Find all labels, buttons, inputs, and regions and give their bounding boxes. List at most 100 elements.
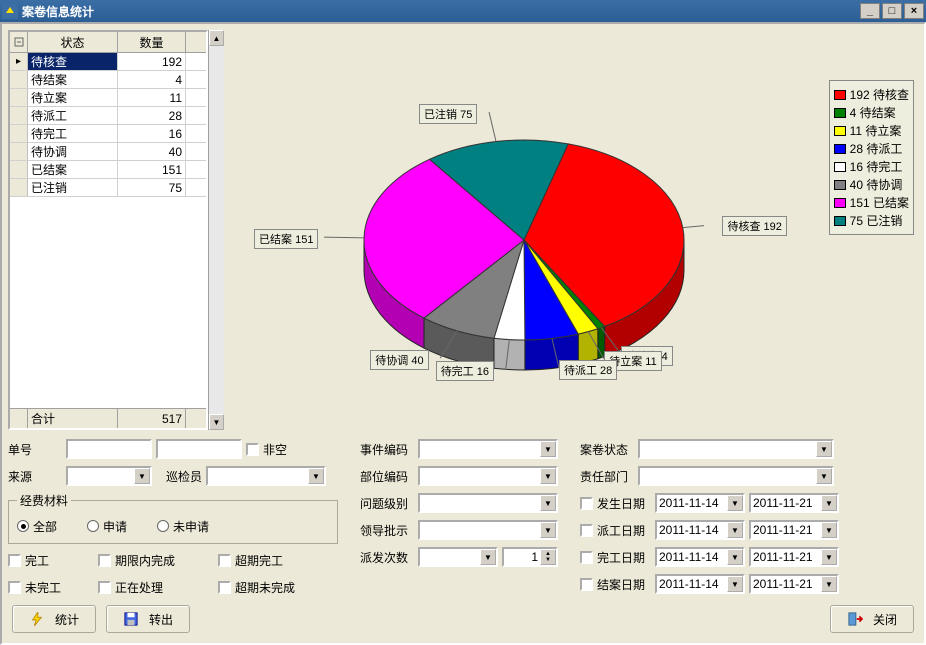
cb-zhengzai[interactable] xyxy=(98,581,111,594)
zhuanchu-button[interactable]: 转出 xyxy=(106,605,190,633)
grid-corner[interactable] xyxy=(10,32,28,52)
spinner-icon[interactable]: ▲▼ xyxy=(540,549,556,565)
tongji-button[interactable]: 统计 xyxy=(12,605,96,633)
jiean-to[interactable]: 2011-11-21▼ xyxy=(749,574,839,594)
danhao-from-input[interactable] xyxy=(66,439,152,459)
cb-wangong[interactable] xyxy=(8,554,21,567)
status-grid[interactable]: 状态 数量 ▸待核查192待结案4待立案11待派工28待完工16待协调40已结案… xyxy=(8,30,208,430)
fasheng-from[interactable]: 2011-11-14▼ xyxy=(655,493,745,513)
lingdao-combo[interactable]: ▼ xyxy=(418,520,558,540)
radio-shenqing[interactable] xyxy=(87,520,99,532)
lightning-icon xyxy=(29,612,45,626)
label-danhao: 单号 xyxy=(8,441,62,458)
cell-count: 40 xyxy=(118,143,186,160)
guanbi-button[interactable]: 关闭 xyxy=(830,605,914,633)
cell-count: 11 xyxy=(118,89,186,106)
col-count[interactable]: 数量 xyxy=(118,32,186,52)
legend-item: 75 已注销 xyxy=(834,212,909,229)
grid-footer: 合计 517 xyxy=(10,408,206,428)
chevron-down-icon[interactable]: ▼ xyxy=(821,576,837,592)
cell-status: 已注销 xyxy=(28,179,118,196)
radio-quanbu[interactable] xyxy=(17,520,29,532)
scroll-down-icon[interactable]: ▼ xyxy=(209,414,224,430)
cb-jiean[interactable] xyxy=(580,578,593,591)
table-row[interactable]: 待协调40 xyxy=(10,143,206,161)
cell-status: 待核查 xyxy=(28,53,118,70)
cell-status: 待协调 xyxy=(28,143,118,160)
buwei-combo[interactable]: ▼ xyxy=(418,466,558,486)
paifa-op-combo[interactable]: ▼ xyxy=(418,547,498,567)
label-xunjianyuan: 巡检员 xyxy=(156,468,202,485)
table-row[interactable]: 已注销75 xyxy=(10,179,206,197)
cb-fasheng[interactable] xyxy=(580,497,593,510)
table-row[interactable]: 待立案11 xyxy=(10,89,206,107)
chevron-down-icon[interactable]: ▼ xyxy=(816,468,832,484)
chevron-down-icon[interactable]: ▼ xyxy=(821,522,837,538)
cb-chaoqi-wg[interactable] xyxy=(218,554,231,567)
chevron-down-icon[interactable]: ▼ xyxy=(540,522,556,538)
table-row[interactable]: ▸待核查192 xyxy=(10,53,206,71)
fasheng-to[interactable]: 2011-11-21▼ xyxy=(749,493,839,513)
grid-scrollbar[interactable]: ▲ ▼ xyxy=(208,30,224,430)
anjuan-combo[interactable]: ▼ xyxy=(638,439,834,459)
cb-weiwangong[interactable] xyxy=(8,581,21,594)
paigong-from[interactable]: 2011-11-14▼ xyxy=(655,520,745,540)
cb-wangong-rq[interactable] xyxy=(580,551,593,564)
chevron-down-icon[interactable]: ▼ xyxy=(540,468,556,484)
label-laiyuan: 来源 xyxy=(8,468,62,485)
col-status[interactable]: 状态 xyxy=(28,32,118,52)
shijian-combo[interactable]: ▼ xyxy=(418,439,558,459)
scroll-up-icon[interactable]: ▲ xyxy=(209,30,224,46)
feikong-checkbox[interactable] xyxy=(246,443,259,456)
table-row[interactable]: 待结案4 xyxy=(10,71,206,89)
grid-body: ▸待核查192待结案4待立案11待派工28待完工16待协调40已结案151已注销… xyxy=(10,53,206,408)
table-row[interactable]: 待派工28 xyxy=(10,107,206,125)
cell-count: 192 xyxy=(118,53,186,70)
chevron-down-icon[interactable]: ▼ xyxy=(134,468,150,484)
cell-status: 待派工 xyxy=(28,107,118,124)
grid-header: 状态 数量 xyxy=(10,32,206,53)
danhao-to-input[interactable] xyxy=(156,439,242,459)
chevron-down-icon[interactable]: ▼ xyxy=(727,576,743,592)
wangong-from[interactable]: 2011-11-14▼ xyxy=(655,547,745,567)
jiean-from[interactable]: 2011-11-14▼ xyxy=(655,574,745,594)
xunjianyuan-combo[interactable]: ▼ xyxy=(206,466,326,486)
chevron-down-icon[interactable]: ▼ xyxy=(727,549,743,565)
chevron-down-icon[interactable]: ▼ xyxy=(821,495,837,511)
cb-chaoqi-wwc[interactable] xyxy=(218,581,231,594)
minimize-button[interactable]: _ xyxy=(860,3,880,19)
button-bar: 统计 转出 关闭 xyxy=(12,605,914,633)
chevron-down-icon[interactable]: ▼ xyxy=(480,549,496,565)
pie-label: 待派工 28 xyxy=(559,360,617,380)
pie-label: 已注销 75 xyxy=(419,104,477,124)
save-icon xyxy=(123,612,139,626)
chevron-down-icon[interactable]: ▼ xyxy=(540,441,556,457)
cell-count: 151 xyxy=(118,161,186,178)
chevron-down-icon[interactable]: ▼ xyxy=(727,495,743,511)
chevron-down-icon[interactable]: ▼ xyxy=(308,468,324,484)
chevron-down-icon[interactable]: ▼ xyxy=(540,495,556,511)
footer-total: 517 xyxy=(118,409,186,428)
legend-item: 11 待立案 xyxy=(834,122,909,139)
cell-count: 4 xyxy=(118,71,186,88)
pie-chart-area: 待核查 192待结案 4待立案 11待派工 28待完工 16待协调 40已结案 … xyxy=(224,30,918,430)
close-button[interactable]: × xyxy=(904,3,924,19)
chevron-down-icon[interactable]: ▼ xyxy=(816,441,832,457)
wenti-combo[interactable]: ▼ xyxy=(418,493,558,513)
cb-paigong[interactable] xyxy=(580,524,593,537)
pie-label: 待核查 192 xyxy=(722,216,786,236)
chart-legend: 192 待核查4 待结案11 待立案28 待派工16 待完工40 待协调151 … xyxy=(829,80,914,235)
laiyuan-combo[interactable]: ▼ xyxy=(66,466,152,486)
chevron-down-icon[interactable]: ▼ xyxy=(821,549,837,565)
wangong-to[interactable]: 2011-11-21▼ xyxy=(749,547,839,567)
zeren-combo[interactable]: ▼ xyxy=(638,466,834,486)
chevron-down-icon[interactable]: ▼ xyxy=(727,522,743,538)
table-row[interactable]: 已结案151 xyxy=(10,161,206,179)
maximize-button[interactable]: □ xyxy=(882,3,902,19)
table-row[interactable]: 待完工16 xyxy=(10,125,206,143)
radio-weishenqing[interactable] xyxy=(157,520,169,532)
paifa-spin[interactable]: 1▲▼ xyxy=(502,547,558,567)
paigong-to[interactable]: 2011-11-21▼ xyxy=(749,520,839,540)
legend-item: 192 待核查 xyxy=(834,86,909,103)
cb-qixiannei[interactable] xyxy=(98,554,111,567)
